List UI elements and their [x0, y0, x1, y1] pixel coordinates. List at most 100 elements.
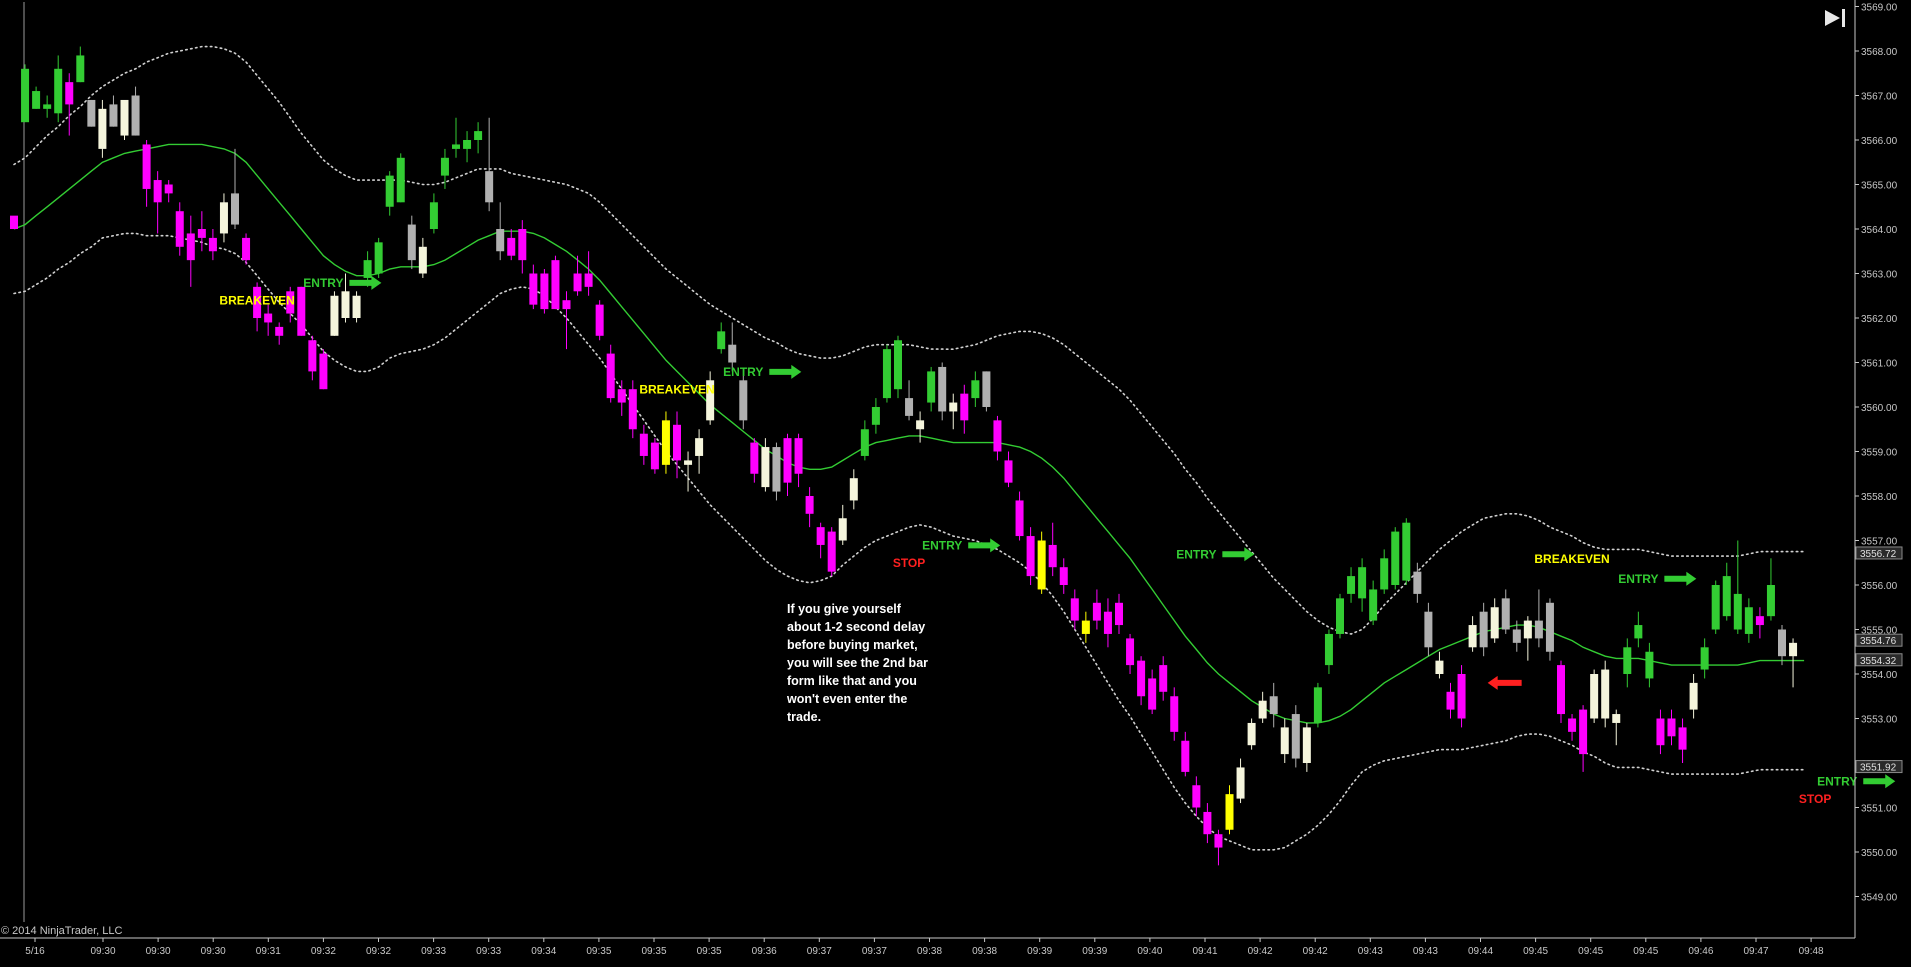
candle-body [264, 313, 273, 323]
candle-body [761, 447, 770, 488]
candle-body [297, 286, 306, 336]
candle-body [894, 340, 902, 390]
candle-body [1092, 602, 1101, 621]
candle-body [418, 246, 427, 274]
candle-body [1590, 674, 1599, 719]
candle-body [1159, 665, 1168, 692]
price-tick-label: 3553.00 [1861, 715, 1898, 726]
candle-body [805, 496, 814, 514]
candle-body [1170, 696, 1179, 732]
time-tick-label: 09:42 [1303, 946, 1328, 957]
candle-body [905, 398, 914, 416]
candle-body [639, 433, 648, 456]
candle-body [617, 389, 626, 403]
price-tick-label: 3561.00 [1861, 359, 1898, 370]
candle-body [628, 389, 637, 430]
price-tick-label: 3549.00 [1861, 893, 1898, 904]
candle-body [1778, 629, 1786, 657]
candle-body [960, 393, 969, 421]
candle-body [1037, 540, 1046, 590]
candle-body [1302, 727, 1311, 763]
candle-body [407, 224, 416, 261]
candle-body [1225, 794, 1234, 830]
candle-body [87, 99, 96, 127]
time-tick-label: 09:35 [641, 946, 666, 957]
time-tick-label: 5/16 [25, 946, 45, 957]
time-tick-label: 09:42 [1248, 946, 1273, 957]
note-text-line: you will see the 2nd bar [787, 656, 928, 670]
entry-label: ENTRY [922, 538, 962, 552]
candle-body [21, 68, 30, 123]
candle-body [1711, 585, 1720, 630]
candle-body [1601, 669, 1610, 719]
time-tick-label: 09:30 [201, 946, 226, 957]
time-tick-label: 09:30 [146, 946, 171, 957]
price-tag-label: 3554.32 [1860, 656, 1897, 667]
candle-body [1534, 620, 1543, 639]
candle-body [1479, 611, 1488, 648]
price-tick-label: 3567.00 [1861, 92, 1898, 103]
candle-body [1545, 602, 1554, 652]
candle-body [385, 175, 394, 207]
candle-body [54, 68, 63, 114]
candle-body [518, 229, 527, 261]
candle-body [1070, 598, 1079, 621]
candle-body [1203, 811, 1212, 835]
candle-body [32, 91, 41, 109]
time-tick-label: 09:40 [1137, 946, 1162, 957]
candle-body [717, 331, 726, 350]
price-tick-label: 3564.00 [1861, 225, 1898, 236]
note-text-line: trade. [787, 710, 821, 724]
candle-body [982, 371, 991, 407]
time-tick-label: 09:36 [752, 946, 777, 957]
skip-to-end-icon-bar [1842, 9, 1845, 27]
candle-body [485, 171, 494, 203]
price-tick-label: 3557.00 [1861, 537, 1898, 548]
candle-body [1358, 567, 1367, 599]
candle-body [219, 202, 228, 234]
candle-body [595, 304, 604, 336]
price-tick-label: 3565.00 [1861, 181, 1898, 192]
time-tick-label: 09:48 [1799, 946, 1824, 957]
candle-body [319, 353, 328, 390]
price-tick-label: 3569.00 [1861, 3, 1898, 14]
breakeven-label: BREAKEVEN [639, 383, 714, 397]
time-tick-label: 09:44 [1468, 946, 1493, 957]
candle-body [1678, 727, 1687, 750]
candle-body [1424, 611, 1433, 648]
candle-body [1457, 674, 1466, 719]
time-tick-label: 09:41 [1192, 946, 1217, 957]
candle-body [308, 340, 317, 372]
time-tick-label: 09:45 [1523, 946, 1548, 957]
price-tick-label: 3556.00 [1861, 581, 1898, 592]
candle-body [1722, 576, 1731, 617]
price-tag-label: 3554.76 [1860, 636, 1897, 647]
breakeven-label: BREAKEVEN [219, 294, 294, 308]
candle-body [1579, 709, 1588, 755]
candle-body [1081, 620, 1090, 634]
candle-body [1645, 651, 1654, 679]
candle-body [739, 380, 748, 421]
candle-body [1501, 598, 1510, 630]
time-tick-label: 09:47 [1743, 946, 1768, 957]
candle-body [529, 273, 538, 305]
candle-body [65, 82, 74, 105]
candle-body [1026, 536, 1035, 577]
note-text-line: before buying market, [787, 638, 918, 652]
candle-body [927, 371, 936, 403]
candle-body [463, 140, 472, 149]
candle-body [584, 273, 593, 287]
candle-body [1004, 460, 1013, 483]
candle-body [1148, 678, 1157, 710]
price-tick-label: 3559.00 [1861, 448, 1898, 459]
candle-body [1380, 558, 1389, 590]
note-text-line: form like that and you [787, 674, 917, 688]
entry-label: ENTRY [303, 276, 343, 290]
candle-body [1324, 633, 1333, 666]
candle-body [838, 518, 847, 541]
candle-body [540, 273, 549, 310]
candle-body [1623, 647, 1632, 674]
price-tag-label: 3551.92 [1860, 763, 1897, 774]
candle-body [1369, 589, 1378, 621]
time-tick-label: 09:31 [256, 946, 281, 957]
